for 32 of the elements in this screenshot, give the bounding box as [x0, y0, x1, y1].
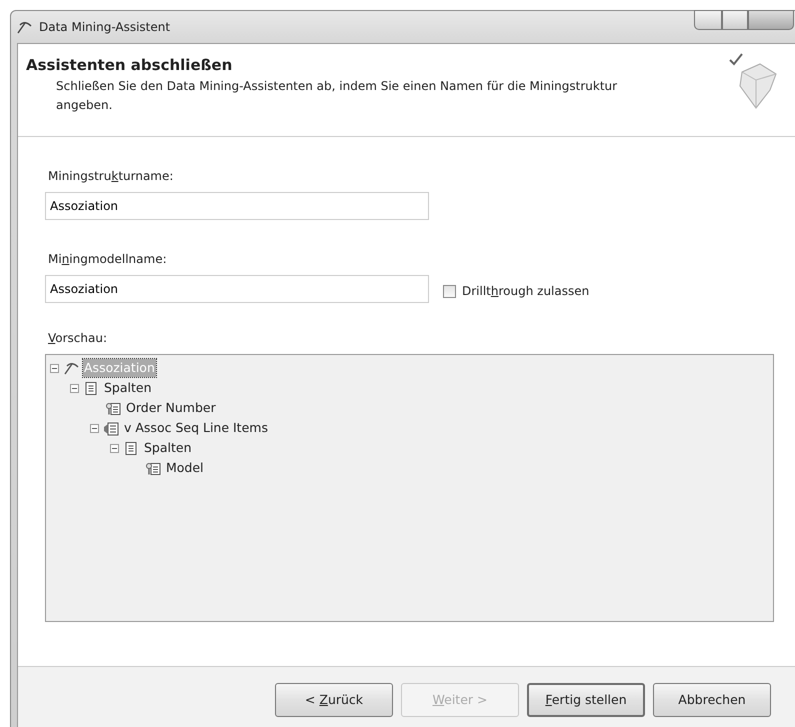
expander-icon[interactable]	[110, 444, 119, 452]
field-label: Miningstrukturname:	[48, 168, 174, 185]
expander-icon[interactable]	[50, 364, 59, 372]
tree-item[interactable]: v Assoc Seq Line Items	[123, 418, 269, 438]
field-label: Miningmodellname:	[48, 251, 167, 268]
page-title: Assistenten abschließen	[26, 55, 234, 76]
window-title: Data Mining-Assistent	[39, 19, 170, 36]
text-field[interactable]: Assoziation	[45, 192, 429, 220]
key-column-icon	[145, 460, 161, 476]
expander-icon[interactable]	[90, 424, 99, 432]
tree-item[interactable]: Order Number	[125, 398, 217, 418]
list-icon	[123, 440, 139, 456]
list-icon	[83, 380, 99, 396]
close-button[interactable]	[748, 10, 794, 30]
expander-icon[interactable]	[70, 384, 79, 392]
pickaxe-icon	[17, 20, 33, 34]
maximize-button[interactable]	[722, 10, 748, 30]
table-icon	[103, 420, 119, 436]
checkbox[interactable]	[443, 284, 456, 298]
minimize-button[interactable]	[694, 10, 722, 30]
text-field[interactable]: Assoziation	[45, 275, 429, 303]
tree-item[interactable]: Spalten	[143, 438, 193, 458]
checkbox-label: Drillthrough zulassen	[462, 283, 590, 300]
key-column-icon	[105, 400, 121, 416]
preview-label: Vorschau:	[48, 330, 108, 347]
page-description: Schließen Sie den Data Mining-Assistenten ab, indem Sie einen Namen für die Miningstruktur angeben.	[55, 78, 618, 114]
pickaxe-icon	[63, 360, 79, 376]
tree-item[interactable]: Model	[165, 458, 205, 478]
wizard-button[interactable]: < Zurück	[275, 683, 393, 717]
tree-item[interactable]: Spalten	[103, 378, 153, 398]
wizard-button[interactable]: Fertig stellen	[527, 683, 645, 717]
wizard-button[interactable]: Abbrechen	[653, 683, 771, 717]
